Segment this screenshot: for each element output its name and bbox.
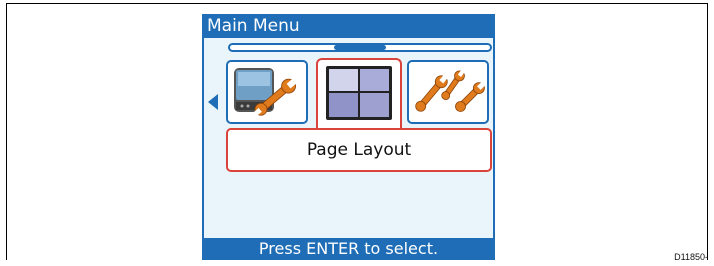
scroll-left-arrow-icon[interactable] [208,94,218,110]
display-setup-icon [234,68,297,117]
tools-icon [415,69,485,112]
figure-code: D11850- [674,252,708,262]
status-bar: Press ENTER to select. [204,238,493,260]
menu-scrollbar[interactable] [228,43,492,52]
selected-item-label: Page Layout [226,128,492,172]
menu-item-tools[interactable] [407,60,489,124]
menu-item-display-setup[interactable] [226,60,308,124]
menu-item-page-layout[interactable] [316,58,402,130]
scrollbar-thumb[interactable] [334,45,386,50]
title-bar: Main Menu [204,14,493,38]
device-screen: Main Menu Page Layout Press ENTER to sel… [202,14,495,260]
page-layout-icon [326,66,392,120]
